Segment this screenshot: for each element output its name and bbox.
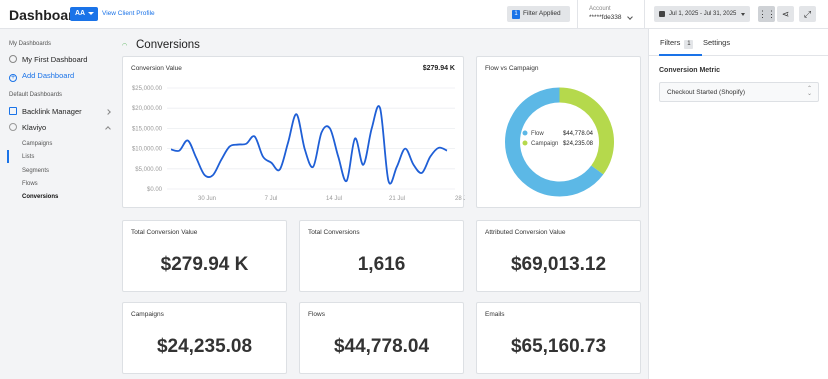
top-bar: Dashboards AA View Client Profile 1 Filte…: [0, 0, 828, 29]
legend-label: Campaign: [531, 141, 558, 147]
kpi-title: Emails: [485, 311, 505, 318]
updown-chevron-icon: ⌃ ⌄: [806, 86, 812, 97]
kpi-title: Attributed Conversion Value: [485, 229, 566, 236]
conversion-value-card: Conversion Value $279.94 K $0.00 $5,000.0…: [122, 56, 465, 208]
kpi-title: Flows: [308, 311, 325, 318]
y-tick-label: $20,000.00: [132, 106, 163, 112]
sidebar-subitem-campaigns[interactable]: Campaigns: [22, 141, 52, 147]
y-tick-label: $25,000.00: [132, 86, 163, 92]
filter-panel-toggle-icon[interactable]: ⋮⋮: [758, 6, 776, 22]
filter-applied-label: Filter Applied: [523, 10, 561, 17]
chevron-right-icon[interactable]: [105, 109, 111, 115]
link-icon: [9, 107, 17, 115]
sidebar-subitem-lists[interactable]: Lists: [22, 154, 34, 160]
divider: [644, 0, 645, 29]
conversion-value-line-chart: $0.00 $5,000.00 $10,000.00 $15,000.00 $20,00…: [132, 86, 465, 202]
active-indicator: [7, 150, 9, 163]
y-tick-label: $0.00: [147, 187, 163, 193]
y-tick-label: $15,000.00: [132, 126, 163, 132]
tab-label: Filters: [660, 38, 681, 47]
kpi-title: Total Conversion Value: [131, 229, 198, 236]
conversion-metric-select[interactable]: Checkout Started (Shopify) ⌃ ⌄: [659, 82, 819, 102]
y-tick-label: $10,000.00: [132, 147, 163, 153]
kpi-value: $24,235.08: [156, 336, 253, 357]
legend-swatch: [522, 140, 528, 146]
account-label: Account: [589, 6, 611, 12]
date-range-label: Jul 1, 2025 - Jul 31, 2025: [669, 11, 737, 17]
kpi-card-flows: Flows $44,778.04: [299, 302, 464, 374]
kpi-card-attributed-conversion-value: Attributed Conversion Value $69,013.12: [476, 220, 641, 292]
calendar-icon: [659, 11, 665, 17]
filters-panel: Filters 1 Settings Conversion Metric Chec…: [648, 29, 828, 379]
fullscreen-icon[interactable]: ⤢: [799, 6, 816, 22]
sidebar-item-klaviyo[interactable]: Klaviyo: [9, 123, 46, 132]
wifi-icon: ◠: [122, 43, 128, 49]
my-dashboards-heading: My Dashboards: [9, 41, 52, 47]
select-value: Checkout Started (Shopify): [667, 89, 746, 96]
sidebar-item-label: Backlink Manager: [22, 107, 82, 116]
filter-count-badge: 1: [512, 10, 520, 19]
kpi-value: $65,160.73: [510, 336, 607, 357]
sidebar-subitem-flows[interactable]: Flows: [22, 181, 38, 187]
kpi-value: $69,013.12: [510, 254, 607, 275]
filter-applied-button[interactable]: 1 Filter Applied: [507, 6, 570, 22]
account-selector[interactable]: *****fde338: [589, 14, 622, 21]
share-icon[interactable]: ⋖: [777, 6, 794, 22]
sidebar-item-backlink-manager[interactable]: Backlink Manager: [9, 107, 82, 116]
kpi-value: $279.94 K: [160, 254, 249, 275]
caret-down-icon: [741, 13, 745, 16]
sidebar-item-label: Klaviyo: [22, 123, 47, 132]
tab-count-badge: 1: [684, 40, 694, 49]
client-selector-button[interactable]: AA: [70, 7, 98, 21]
kpi-card-total-conversion-value: Total Conversion Value $279.94 K: [122, 220, 287, 292]
chevron-down-icon[interactable]: [627, 14, 633, 20]
flow-vs-campaign-card: Flow vs Campaign Flow $44,778.04 Campaign $…: [476, 56, 641, 208]
x-tick-label: 30 Jun: [198, 196, 216, 202]
kpi-value: $44,778.04: [333, 336, 430, 357]
date-range-picker[interactable]: Jul 1, 2025 - Jul 31, 2025: [654, 6, 750, 22]
x-tick-label: 21 Jul: [389, 196, 405, 202]
conversion-value-series-line: [170, 105, 448, 185]
sidebar-item-label: My First Dashboard: [22, 55, 88, 64]
tab-filters[interactable]: Filters 1: [660, 38, 694, 49]
conversion-metric-label: Conversion Metric: [659, 67, 721, 74]
page-title: Conversions: [136, 39, 200, 51]
flow-vs-campaign-donut-chart: Flow $44,778.04 Campaign $24,235.08: [505, 87, 614, 197]
dashboard-icon: [9, 55, 17, 63]
add-dashboard-label: Add Dashboard: [22, 71, 75, 80]
kpi-card-emails: Emails $65,160.73: [476, 302, 641, 374]
default-dashboards-heading: Default Dashboards: [9, 92, 63, 98]
sidebar-item-my-first-dashboard[interactable]: My First Dashboard: [9, 55, 87, 64]
client-initials: AA: [75, 10, 86, 17]
legend-value: $24,235.08: [563, 141, 594, 147]
x-tick-label: 14 Jul: [326, 196, 342, 202]
legend-label: Flow: [531, 131, 544, 137]
kpi-title: Campaigns: [131, 311, 164, 318]
kpi-card-total-conversions: Total Conversions 1,616: [299, 220, 464, 292]
view-client-profile-link[interactable]: View Client Profile: [102, 10, 155, 17]
sidebar: My Dashboards My First Dashboard + Add Da…: [0, 29, 120, 379]
active-tab-indicator: [659, 54, 702, 56]
legend-value: $44,778.04: [563, 131, 594, 137]
kpi-value: 1,616: [357, 254, 406, 275]
plus-icon: +: [9, 74, 17, 82]
kpi-card-campaigns: Campaigns $24,235.08: [122, 302, 287, 374]
caret-down-icon: [88, 12, 94, 15]
chevron-up-icon[interactable]: [105, 126, 111, 132]
add-dashboard-button[interactable]: + Add Dashboard: [9, 71, 74, 82]
x-tick-label: 7 Jul: [265, 196, 278, 202]
klaviyo-icon: [9, 123, 17, 131]
divider: [577, 0, 578, 29]
tab-settings[interactable]: Settings: [703, 38, 730, 47]
x-tick-label: 28 Jul: [455, 196, 465, 202]
sidebar-subitem-conversions[interactable]: Conversions: [22, 194, 58, 200]
kpi-title: Total Conversions: [308, 229, 360, 236]
sidebar-subitem-segments[interactable]: Segments: [22, 168, 49, 174]
y-tick-label: $5,000.00: [135, 167, 162, 173]
legend-swatch: [522, 130, 528, 136]
